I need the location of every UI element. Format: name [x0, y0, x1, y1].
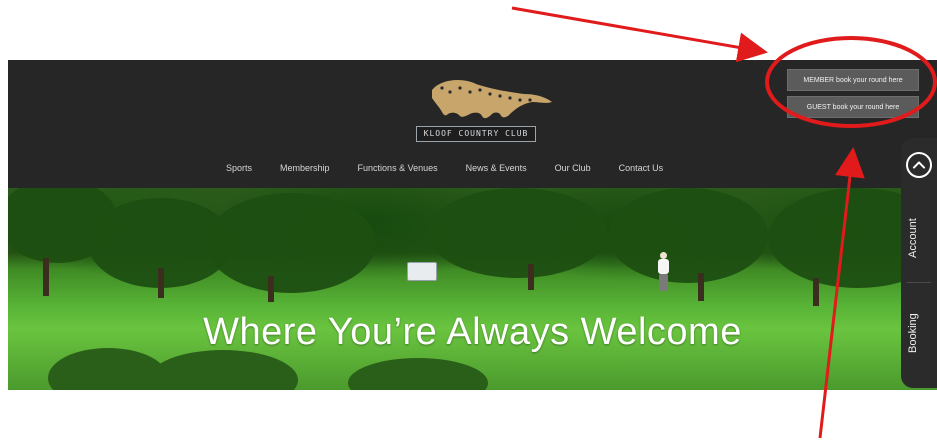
golfer-head	[660, 252, 667, 259]
side-panel: Account Booking	[901, 138, 937, 388]
golfer-body	[658, 259, 669, 274]
nav-item-membership[interactable]: Membership	[280, 163, 330, 173]
tree-trunk	[528, 264, 534, 290]
foreground-bush	[348, 358, 488, 390]
tree-trunk	[268, 276, 274, 302]
tree-canopy	[428, 188, 608, 278]
scroll-up-button[interactable]	[906, 152, 932, 178]
guest-booking-button[interactable]: GUEST book your round here	[787, 96, 919, 118]
tree-canopy	[608, 188, 768, 283]
account-tab[interactable]: Account	[907, 208, 931, 268]
nav-item-contact-us[interactable]: Contact Us	[619, 163, 664, 173]
foreground-bush	[148, 350, 298, 390]
member-booking-button[interactable]: MEMBER book your round here	[787, 69, 919, 91]
logo-banner: KLOOF COUNTRY CLUB	[416, 126, 536, 142]
nav-item-our-club[interactable]: Our Club	[555, 163, 591, 173]
hero-banner: Where You’re Always Welcome	[8, 188, 937, 390]
club-logo[interactable]: KLOOF COUNTRY CLUB	[412, 66, 562, 150]
tree-trunk	[813, 278, 819, 306]
nav-item-news-events[interactable]: News & Events	[466, 163, 527, 173]
golf-cart	[407, 262, 437, 281]
tree-trunk	[158, 268, 164, 298]
site-header: KLOOF COUNTRY CLUB MEMBER book your roun…	[8, 60, 937, 190]
golfer	[653, 252, 673, 292]
side-divider	[907, 282, 931, 283]
annotation-arrow-top	[511, 6, 768, 63]
tree-trunk	[698, 273, 704, 301]
tree-canopy	[206, 193, 376, 293]
main-nav: Sports Membership Functions & Venues New…	[226, 163, 663, 173]
nav-item-functions-venues[interactable]: Functions & Venues	[358, 163, 438, 173]
tree-trunk	[43, 258, 49, 296]
chevron-up-icon	[912, 161, 926, 169]
golfer-legs	[659, 274, 668, 291]
hero-title: Where You’re Always Welcome	[203, 311, 742, 353]
booking-tab[interactable]: Booking	[907, 303, 931, 363]
nav-item-sports[interactable]: Sports	[226, 163, 252, 173]
